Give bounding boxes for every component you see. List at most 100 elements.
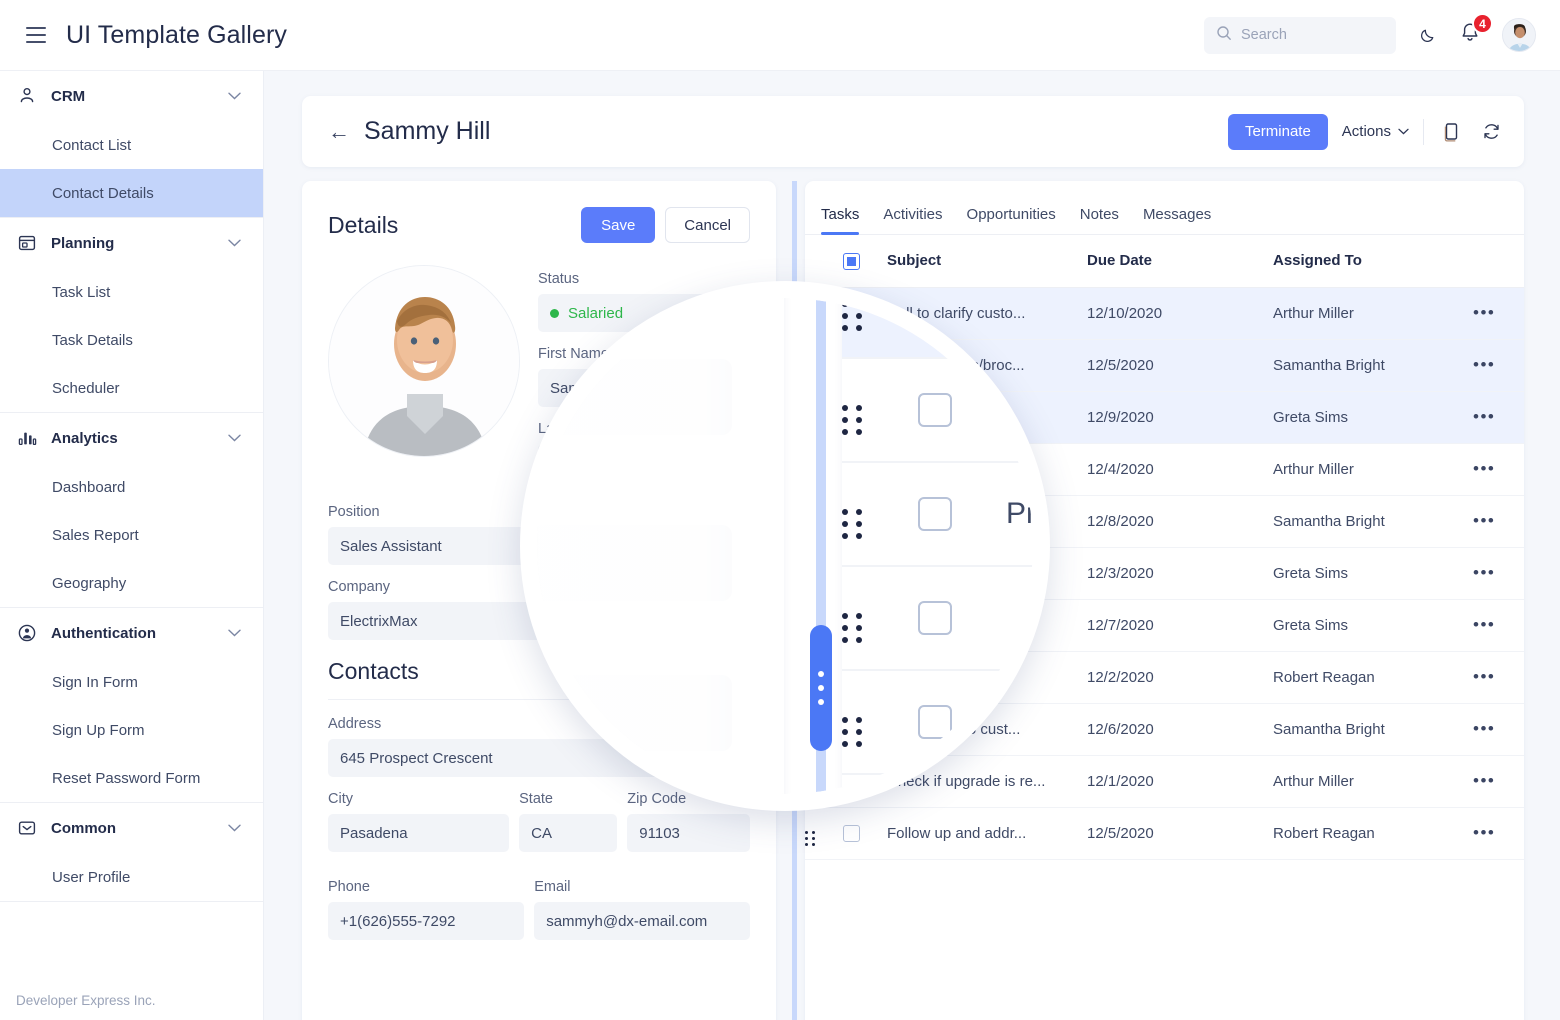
search-input[interactable]: Search [1204, 16, 1396, 54]
sidebar-item-task-details[interactable]: Task Details [0, 316, 263, 364]
row-drag-cell [842, 669, 918, 774]
row-menu-cell: ••• [1473, 287, 1524, 340]
email-field[interactable]: sammyh@dx-email.com [534, 902, 750, 940]
moon-icon[interactable] [1414, 22, 1440, 48]
splitter-grip-icon[interactable] [810, 625, 832, 751]
sidebar-item-contact-details[interactable]: Contact Details [0, 169, 263, 217]
row-assignee-cell: Greta Sims [1273, 599, 1473, 652]
table-row[interactable]: Discuss an...12/7/2020Greta Sims••• [842, 669, 1033, 774]
sidebar-group-planning[interactable]: Planning [0, 218, 263, 268]
notifications-button[interactable]: 4 [1458, 13, 1493, 49]
refresh-icon[interactable] [1478, 119, 1504, 145]
drag-handle-icon[interactable] [842, 508, 862, 538]
state-field[interactable]: CA [519, 814, 618, 852]
more-horizontal-icon[interactable]: ••• [1473, 563, 1495, 582]
row-subject: Discuss an... [1006, 704, 1033, 738]
hamburger-icon[interactable] [16, 15, 56, 55]
row-drag-cell [842, 565, 918, 670]
sidebar-group-common[interactable]: Common [0, 803, 263, 853]
app-root: UI Template Gallery Search 4 CRM Contact… [0, 0, 1560, 1020]
table-row[interactable]: 12/3/2020Greta Sims••• [842, 565, 1033, 670]
row-subject-cell: Check back on... [1006, 773, 1033, 794]
row-checkbox[interactable] [918, 600, 952, 635]
row-checkbox[interactable] [843, 824, 860, 842]
more-horizontal-icon[interactable]: ••• [1473, 823, 1495, 842]
subject-column-header[interactable]: Subject [887, 235, 1087, 288]
tab-messages[interactable]: Messages [1143, 206, 1211, 234]
row-assignee-cell: Robert Reagan [1273, 651, 1473, 704]
clipboard-icon[interactable] [1438, 119, 1464, 145]
row-assignee-cell: Greta Sims [1273, 547, 1473, 600]
table-row[interactable]: Follow up and addr... 12/5/2020 Robert Rea… [805, 807, 1524, 860]
save-button[interactable]: Save [581, 207, 656, 243]
table-row[interactable]: Prepare p...12/8/2020Samantha Bright••• [842, 461, 1033, 566]
drag-handle-icon[interactable] [842, 612, 862, 642]
row-menu-cell: ••• [1473, 807, 1524, 860]
row-drag-cell [842, 461, 918, 566]
assigned-to-column-header[interactable]: Assigned To [1273, 235, 1473, 288]
table-row[interactable]: Call and discu...12/9/2020Greta Sims••• [842, 298, 1033, 358]
drag-handle-icon[interactable] [842, 716, 862, 746]
more-horizontal-icon[interactable]: ••• [1473, 459, 1495, 478]
more-horizontal-icon[interactable]: ••• [1473, 407, 1495, 426]
sidebar-group-label: Common [51, 819, 116, 837]
arrow-left-icon[interactable]: ← [328, 120, 350, 143]
drag-handle-icon[interactable] [842, 300, 862, 330]
sidebar-item-contact-list[interactable]: Contact List [0, 121, 263, 169]
drag-handle-icon[interactable] [805, 830, 815, 846]
tab-activities[interactable]: Activities [883, 206, 942, 234]
sidebar-item-sign-up-form[interactable]: Sign Up Form [0, 706, 263, 754]
more-horizontal-icon[interactable]: ••• [1473, 667, 1495, 686]
row-checkbox[interactable] [918, 704, 952, 739]
sidebar-item-dashboard[interactable]: Dashboard [0, 463, 263, 511]
terminate-button[interactable]: Terminate [1227, 113, 1328, 150]
more-horizontal-icon[interactable]: ••• [1473, 511, 1495, 530]
tab-notes[interactable]: Notes [1080, 206, 1119, 234]
sidebar-item-label: Task List [52, 283, 111, 301]
city-state-zip-row: City Pasadena State CA Zip Code 91103 [328, 791, 750, 866]
row-checkbox[interactable] [918, 298, 952, 323]
notification-badge: 4 [1472, 13, 1493, 34]
cancel-button[interactable]: Cancel [665, 207, 750, 243]
phone-field[interactable]: +1(626)555-7292 [328, 902, 525, 940]
row-due-date: 12/10/2020 [1087, 304, 1163, 322]
table-row[interactable]: Follow up on contact...12/4/2020Arthur M… [842, 357, 1033, 462]
row-checkbox[interactable] [918, 392, 952, 427]
sidebar-item-scheduler[interactable]: Scheduler [0, 364, 263, 412]
more-horizontal-icon[interactable]: ••• [1473, 771, 1495, 790]
sidebar-group-label: Authentication [51, 624, 156, 642]
search-icon [1216, 25, 1232, 46]
sidebar-item-sign-in-form[interactable]: Sign In Form [0, 658, 263, 706]
sidebar-item-sales-report[interactable]: Sales Report [0, 511, 263, 559]
city-field[interactable]: Pasadena [328, 814, 510, 852]
avatar[interactable] [1502, 18, 1536, 52]
due-date-column-header[interactable]: Due Date [1087, 235, 1273, 288]
actions-button[interactable]: Actions [1342, 123, 1409, 140]
sidebar-item-reset-password-form[interactable]: Reset Password Form [0, 754, 263, 802]
more-horizontal-icon[interactable]: ••• [1473, 303, 1495, 322]
select-all-checkbox[interactable] [843, 252, 860, 270]
tab-tasks[interactable]: Tasks [821, 206, 860, 235]
row-subject-cell: Call and discu... [1006, 298, 1033, 358]
zip-field[interactable]: 91103 [627, 814, 750, 852]
row-checkbox[interactable] [918, 496, 952, 531]
drag-handle-icon[interactable] [842, 404, 862, 434]
panel-splitter[interactable] [802, 298, 840, 794]
sidebar-group-analytics[interactable]: Analytics [0, 413, 263, 463]
more-horizontal-icon[interactable]: ••• [1473, 719, 1495, 738]
more-horizontal-icon[interactable]: ••• [1473, 615, 1495, 634]
status-label: Status [538, 271, 580, 287]
tab-opportunities[interactable]: Opportunities [967, 206, 1056, 234]
row-assignee-cell: Samantha Bright [1273, 495, 1473, 548]
tasks-card: TasksActivitiesOpportunitiesNotesMessage… [842, 298, 1033, 794]
sidebar-item-user-profile[interactable]: User Profile [0, 853, 263, 901]
board-icon [16, 232, 38, 254]
sidebar-item-task-list[interactable]: Task List [0, 268, 263, 316]
more-horizontal-icon[interactable]: ••• [1473, 355, 1495, 374]
sidebar-item-geography[interactable]: Geography [0, 559, 263, 607]
table-row[interactable]: Check back on...12/2/2020Robert Reagan••… [842, 773, 1033, 794]
sidebar-group-crm[interactable]: CRM [0, 71, 263, 121]
magnifier-lens-content: UI Template Gallery Search [537, 298, 1033, 794]
chevron-down-icon [1398, 128, 1409, 135]
sidebar-group-authentication[interactable]: Authentication [0, 608, 263, 658]
